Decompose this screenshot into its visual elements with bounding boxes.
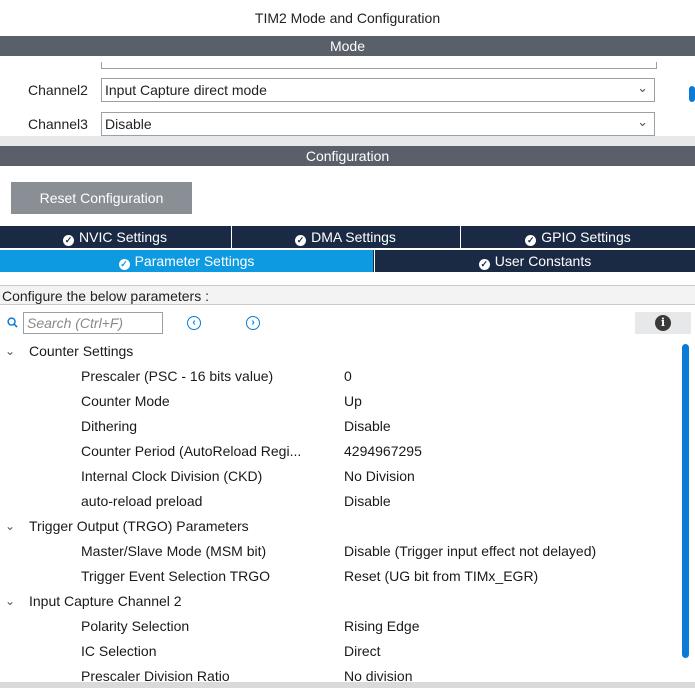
parameter-row[interactable]: Trigger Event Selection TRGO Reset (UG bi… (0, 564, 680, 589)
chevron-down-icon: ⌄ (637, 80, 648, 95)
channel3-value: Disable (105, 116, 152, 132)
tree-group[interactable]: ⌄ Trigger Output (TRGO) Parameters (0, 514, 680, 539)
parameter-value[interactable]: Disable (344, 414, 391, 439)
tab-label: Parameter Settings (134, 253, 255, 269)
group-label: Counter Settings (29, 343, 134, 359)
chevron-down-icon: ⌄ (637, 114, 648, 129)
parameter-name: IC Selection (81, 643, 157, 659)
tab-label: NVIC Settings (79, 229, 167, 245)
parameter-name: Trigger Event Selection TRGO (81, 568, 271, 584)
channel3-select[interactable]: Disable ⌄ (101, 112, 655, 136)
tab-label: GPIO Settings (541, 229, 631, 245)
tab-gpio-settings[interactable]: ✓ GPIO Settings (461, 226, 695, 248)
parameter-value[interactable]: Reset (UG bit from TIMx_EGR) (344, 564, 538, 589)
parameter-value[interactable]: Direct (344, 639, 381, 664)
check-circle-icon: ✓ (118, 259, 130, 270)
chevron-down-icon[interactable]: ⌄ (5, 339, 15, 364)
check-circle-icon: ✓ (295, 235, 307, 246)
parameter-row[interactable]: IC Selection Direct (0, 639, 680, 664)
group-label: Trigger Output (TRGO) Parameters (29, 518, 249, 534)
parameter-row[interactable]: Counter Period (AutoReload Regi... 429496… (0, 439, 680, 464)
parameter-row[interactable]: Internal Clock Division (CKD) No Division (0, 464, 680, 489)
parameter-name: Counter Period (AutoReload Regi... (81, 443, 302, 459)
configuration-header: Configuration (0, 146, 695, 166)
parameter-name: Prescaler (PSC - 16 bits value) (81, 368, 274, 384)
search-input[interactable] (23, 312, 163, 334)
parameter-name: Dithering (81, 418, 138, 434)
parameter-value[interactable]: No Division (344, 464, 415, 489)
channel2-select[interactable]: Input Capture direct mode ⌄ (101, 78, 655, 102)
tab-row-top: ✓ NVIC Settings ✓ DMA Settings ✓ GPIO Setti… (0, 226, 695, 248)
parameter-row[interactable]: Master/Slave Mode (MSM bit) Disable (Trig… (0, 539, 680, 564)
parameter-name: Internal Clock Division (CKD) (81, 468, 263, 484)
mode-previous-select-edge (101, 62, 657, 69)
check-circle-icon: ✓ (525, 235, 537, 246)
reset-configuration-button[interactable]: Reset Configuration (11, 182, 192, 214)
window-title: TIM2 Mode and Configuration (254, 10, 441, 26)
parameter-value[interactable]: Disable (Trigger input effect not delaye… (344, 539, 596, 564)
mode-scrollbar[interactable] (689, 86, 695, 102)
parameter-name: Counter Mode (81, 393, 170, 409)
tab-user-constants[interactable]: ✓ User Constants (375, 250, 695, 272)
chevron-down-icon[interactable]: ⌄ (5, 514, 15, 539)
parameter-row[interactable]: Counter Mode Up (0, 389, 680, 414)
parameter-row[interactable]: auto-reload preload Disable (0, 489, 680, 514)
configure-label: Configure the below parameters : (0, 285, 695, 305)
chevron-down-icon[interactable]: ⌄ (5, 589, 15, 614)
channel2-label: Channel2 (28, 82, 88, 98)
chevron-right-circle-icon[interactable]: › (246, 316, 260, 330)
parameter-value[interactable]: Up (344, 389, 362, 414)
tab-label: User Constants (494, 253, 592, 269)
tab-dma-settings[interactable]: ✓ DMA Settings (232, 226, 459, 248)
section-divider[interactable] (0, 136, 695, 146)
parameter-value[interactable]: 0 (344, 364, 352, 389)
tree-scrollbar[interactable] (682, 344, 689, 658)
parameter-row[interactable]: Dithering Disable (0, 414, 680, 439)
group-label: Input Capture Channel 2 (29, 593, 182, 609)
parameter-value[interactable]: Disable (344, 489, 391, 514)
check-circle-icon: ✓ (478, 259, 490, 270)
parameter-name: Polarity Selection (81, 618, 190, 634)
tab-label: DMA Settings (311, 229, 396, 245)
info-button[interactable]: i (635, 312, 691, 334)
parameter-name: Master/Slave Mode (MSM bit) (81, 543, 267, 559)
parameter-value[interactable]: 4294967295 (344, 439, 422, 464)
tab-parameter-settings[interactable]: ✓ Parameter Settings (0, 250, 373, 272)
parameter-value[interactable]: Rising Edge (344, 614, 420, 639)
bottom-border (0, 682, 695, 688)
search-icon (7, 317, 18, 328)
check-circle-icon: ✓ (63, 235, 75, 246)
info-icon: i (655, 315, 671, 331)
tab-nvic-settings[interactable]: ✓ NVIC Settings (0, 226, 230, 248)
parameter-row[interactable]: Prescaler (PSC - 16 bits value) 0 (0, 364, 680, 389)
parameter-row[interactable]: Polarity Selection Rising Edge (0, 614, 680, 639)
channel3-label: Channel3 (28, 116, 88, 132)
tab-row-bottom: ✓ Parameter Settings ✓ User Constants (0, 250, 695, 272)
mode-header: Mode (0, 36, 695, 56)
tree-group[interactable]: ⌄ Input Capture Channel 2 (0, 589, 680, 614)
channel2-value: Input Capture direct mode (105, 82, 267, 98)
tree-group[interactable]: ⌄ Counter Settings (0, 339, 680, 364)
parameter-name: auto-reload preload (81, 493, 203, 509)
chevron-left-circle-icon[interactable]: ‹ (187, 316, 201, 330)
